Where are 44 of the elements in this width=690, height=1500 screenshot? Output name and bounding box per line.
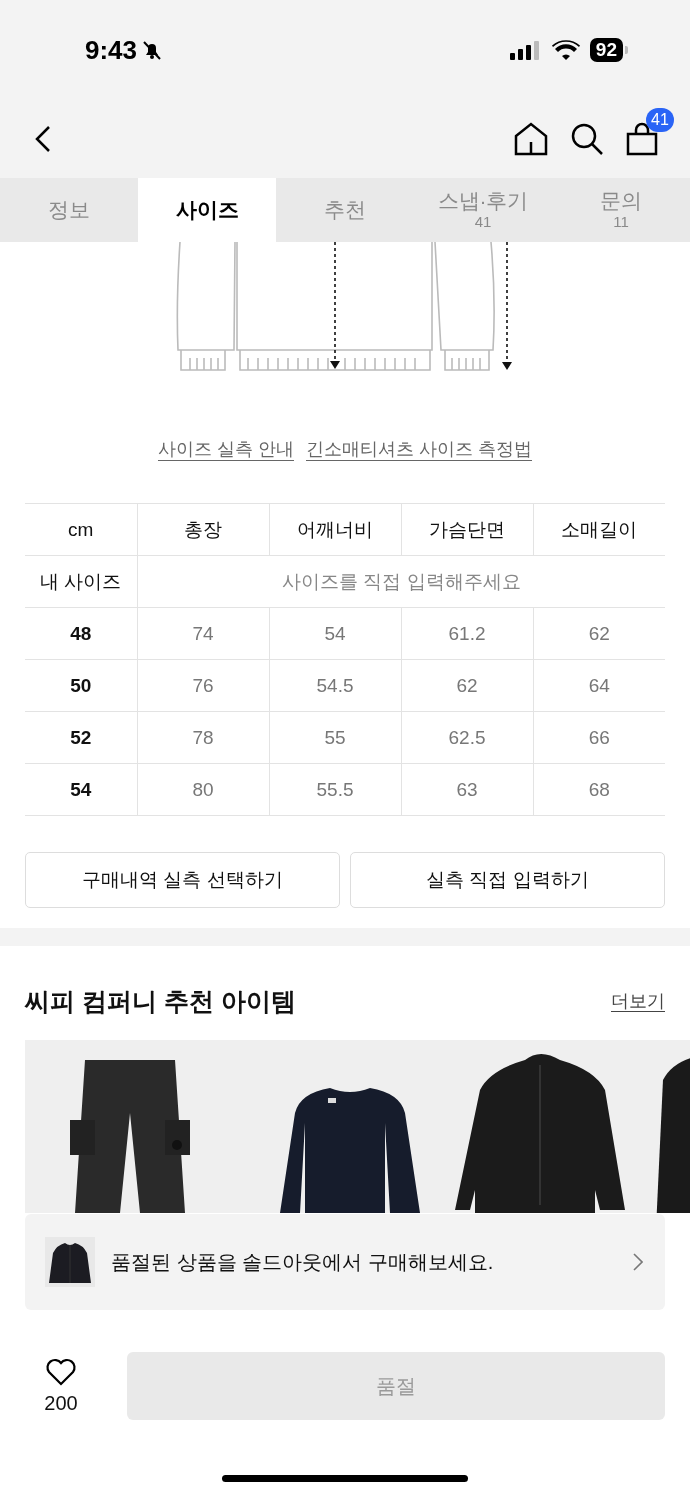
table-cell: 62 <box>401 659 533 712</box>
column-header: 소매길이 <box>533 503 665 556</box>
tab[interactable]: 사이즈 <box>138 178 276 242</box>
clock-time: 9:43 <box>85 34 138 66</box>
back-icon[interactable] <box>34 125 52 153</box>
guide-link[interactable]: 사이즈 실측 안내 <box>158 436 294 463</box>
soldout-banner[interactable]: 품절된 상품을 솔드아웃에서 구매해보세요. <box>25 1214 665 1310</box>
table-cell: 78 <box>137 711 269 764</box>
row-header: 54 <box>25 763 137 816</box>
column-header: 총장 <box>137 503 269 556</box>
banner-text: 품절된 상품을 솔드아웃에서 구매해보세요. <box>111 1249 495 1275</box>
cart-count-badge: 41 <box>646 108 674 132</box>
table-cell: 74 <box>137 607 269 660</box>
battery-level: 92 <box>589 38 623 62</box>
column-header: 어깨너비 <box>269 503 401 556</box>
row-header: 내 사이즈 <box>25 555 137 608</box>
muted-bell-icon <box>141 39 164 61</box>
more-link[interactable]: 더보기 <box>611 989 665 1013</box>
table-cell: 80 <box>137 763 269 816</box>
table-cell: 61.2 <box>401 607 533 660</box>
table-cell: 62.5 <box>401 711 533 764</box>
table-cell: 55 <box>269 711 401 764</box>
chevron-right-icon <box>633 1253 643 1271</box>
wifi-icon <box>551 40 580 60</box>
heart-icon[interactable] <box>45 1357 77 1386</box>
table-cell: 55.5 <box>269 763 401 816</box>
size-select-button[interactable]: 구매내역 실측 선택하기 <box>25 852 340 908</box>
size-select-button[interactable]: 실측 직접 입력하기 <box>350 852 665 908</box>
search-icon[interactable] <box>570 122 604 156</box>
like-count: 200 <box>44 1391 78 1415</box>
table-cell: 54 <box>269 607 401 660</box>
home-icon[interactable] <box>514 122 548 156</box>
table-cell: 54.5 <box>269 659 401 712</box>
section-title: 씨피 컴퍼니 추천 아이템 <box>25 985 296 1017</box>
row-header: 50 <box>25 659 137 712</box>
battery-cap-icon <box>625 46 628 54</box>
table-cell: 76 <box>137 659 269 712</box>
row-header: 52 <box>25 711 137 764</box>
column-header: 가슴단면 <box>401 503 533 556</box>
signal-icon <box>509 40 542 60</box>
table-cell: 63 <box>401 763 533 816</box>
column-header: cm <box>25 503 137 556</box>
guide-link[interactable]: 긴소매티셔츠 사이즈 측정법 <box>306 436 532 463</box>
row-header: 48 <box>25 607 137 660</box>
